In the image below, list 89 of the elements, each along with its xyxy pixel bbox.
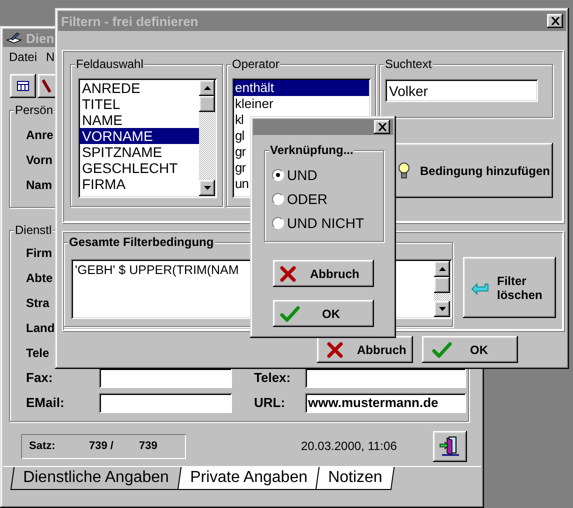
timestamp: 20.03.2000, 11:06 [301,439,397,453]
cancel-button[interactable]: Abbruch [317,336,413,363]
window-title: Dien [26,30,54,46]
cross-icon [327,342,343,358]
input-field[interactable] [99,392,232,412]
menu-item[interactable]: Datei [9,50,38,62]
list-item[interactable]: NAME [80,112,199,128]
scroll-thumb[interactable] [434,277,450,293]
tab[interactable]: Private Angaben [177,467,320,490]
scroll-thumb[interactable] [199,96,215,112]
group-title: Persön [14,103,54,117]
field-label: EMail: [26,395,66,410]
close-button[interactable] [547,14,563,28]
exit-button[interactable] [433,430,467,462]
checkmark-icon [432,342,452,358]
arrow-icon [471,280,489,294]
app-icon [6,32,22,44]
group-title: Verknüpfung... [269,143,354,157]
field-label: Fax: [26,370,54,385]
list-item[interactable]: gr [234,160,246,176]
tab[interactable]: Dienstliche Angaben [10,467,182,490]
field-label: Anre [26,126,54,144]
record-total: 739 [139,440,158,452]
input-field[interactable] [99,368,232,388]
checkmark-icon [280,306,300,322]
toolbar-button[interactable] [10,74,36,98]
list-item[interactable]: GESCHLECHT [80,160,199,176]
close-icon [378,123,386,131]
list-box[interactable]: ANREDE TITEL NAME VORNAME SPITZNAME GESCHLECHT FIRMA [78,78,217,198]
scrollbar[interactable] [434,261,450,317]
tab[interactable]: Notizen [316,467,396,490]
list-item[interactable]: un [234,176,248,192]
list-item[interactable]: SPITZNAME [80,144,199,160]
radio-button[interactable] [272,193,284,205]
list-item[interactable]: TITEL [80,96,199,112]
scroll-down-button[interactable] [199,180,215,196]
group-title: Gesamte Filterbedingung [68,235,215,249]
scroll-down-button[interactable] [434,301,450,317]
field-label: Vorn [26,152,52,168]
close-icon [550,17,560,25]
field-label: Nam [26,176,52,194]
radio-button[interactable] [272,169,284,181]
field-label: Tele [26,344,50,362]
group-title: Dienstl [14,223,53,237]
field-label: Firm [26,244,52,262]
list-item[interactable]: kl [234,112,244,128]
pen-icon [42,78,52,94]
list-item[interactable]: gr [234,144,246,160]
cross-icon [280,266,296,282]
group-title: Feldauswahl [75,57,144,71]
ok-button[interactable]: OK [273,300,374,327]
ok-button[interactable]: OK [422,336,518,363]
list-item[interactable]: VORNAME [80,128,199,144]
list-item[interactable]: FIRMA [80,176,199,192]
scroll-up-button[interactable] [434,261,450,277]
field-label: Land [26,320,55,336]
down-arrow-icon [438,307,446,311]
up-arrow-icon [204,86,210,90]
down-arrow-icon [204,186,210,190]
clear-filter-button[interactable]: Filter löschen [463,257,556,318]
cancel-button[interactable]: Abbruch [273,260,374,287]
scrollbar[interactable] [199,80,215,196]
up-arrow-icon [438,267,446,271]
dialog-title: Filtern - frei definieren [61,14,198,28]
list-item[interactable]: ANREDE [80,80,199,96]
close-button[interactable] [374,120,390,134]
record-label: Satz: [29,440,56,452]
text-field[interactable] [305,368,466,388]
field-label: URL: [254,395,286,410]
menu-item[interactable]: N [46,50,55,62]
field-label: Stra [26,294,50,312]
record-current: 739 / [89,440,114,452]
list-item[interactable]: enthält [234,80,369,96]
list-item[interactable]: kleiner [234,96,369,112]
radio-button[interactable] [272,217,284,229]
search-field[interactable]: Volker [385,79,538,102]
list-item[interactable]: gl [234,128,244,144]
radio-option[interactable]: UND NICHT [272,211,383,235]
radio-option[interactable]: ODER [272,187,383,211]
table-icon [17,81,29,91]
scroll-up-button[interactable] [199,80,215,96]
text-field[interactable]: www.mustermann.de [305,392,466,412]
lightbulb-icon [398,162,410,180]
door-icon [439,435,461,457]
field-label: Telex: [254,370,292,385]
group-title: Operator [231,57,280,71]
field-label: Abte [26,270,53,286]
group-title: Suchtext [384,57,433,71]
radio-option[interactable]: UND [272,163,383,187]
